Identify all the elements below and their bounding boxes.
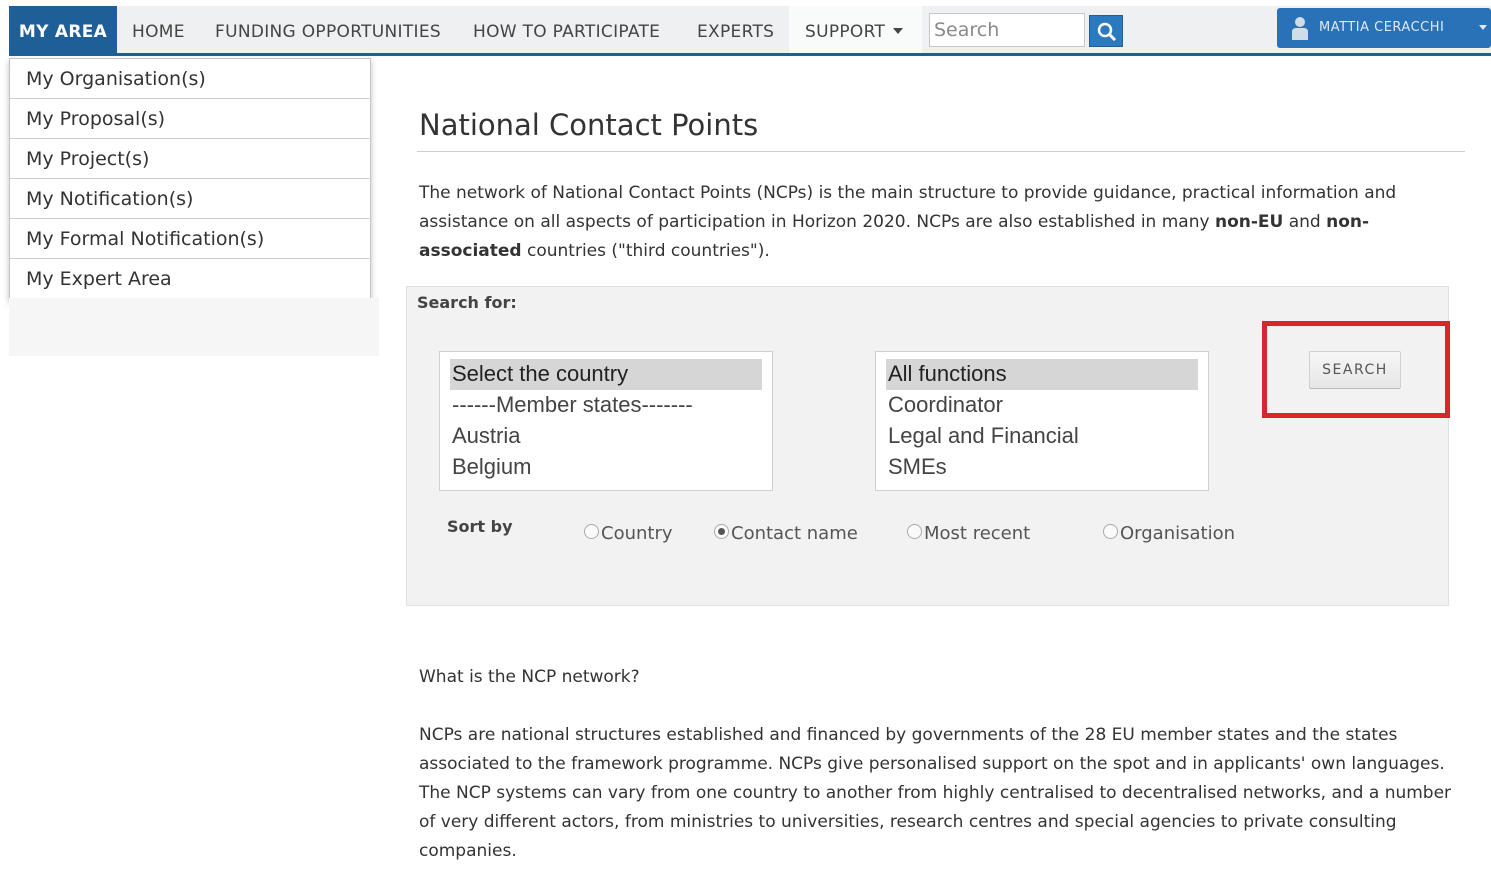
search-panel: Search for: Select the country ------Mem… [406,286,1449,606]
radio-icon [584,524,599,539]
nav-experts[interactable]: EXPERTS [697,6,774,53]
sidebar-shadow [9,298,379,356]
nav-how-to-participate[interactable]: HOW TO PARTICIPATE [473,6,660,53]
nav-support[interactable]: SUPPORT [789,6,922,56]
country-select[interactable]: Select the country ------Member states--… [439,351,773,491]
chevron-down-icon [893,28,904,34]
radio-icon [907,524,922,539]
intro-bold-1: non-EU [1214,212,1284,232]
sort-option-label: Country [601,523,673,544]
search-input[interactable] [929,13,1085,47]
function-option[interactable]: Legal and Financial [886,421,1198,452]
menu-item-my-formal-notifications[interactable]: My Formal Notification(s) [10,219,370,259]
search-button[interactable] [1089,15,1123,47]
page-title: National Contact Points [419,108,759,142]
user-icon [1292,17,1308,40]
sort-option-label: Most recent [924,523,1031,544]
sort-radio-country[interactable]: Country [584,523,673,544]
nav-funding-opportunities[interactable]: FUNDING OPPORTUNITIES [215,6,441,53]
country-option[interactable]: Belgium [450,452,762,483]
country-option[interactable]: ------Member states------- [450,390,762,421]
menu-item-my-notifications[interactable]: My Notification(s) [10,179,370,219]
radio-checked-icon [714,524,729,539]
search-icon [1097,22,1117,42]
function-option[interactable]: All functions [886,359,1198,390]
menu-item-my-proposals[interactable]: My Proposal(s) [10,99,370,139]
sort-radio-contact-name[interactable]: Contact name [714,523,858,544]
function-option[interactable]: SMEs [886,452,1198,483]
intro-paragraph: The network of National Contact Points (… [419,179,1419,266]
nav-home[interactable]: HOME [132,6,185,53]
sort-option-label: Organisation [1120,523,1236,544]
country-option[interactable]: Select the country [450,359,762,390]
country-option[interactable]: Austria [450,421,762,452]
ncp-search-button[interactable]: SEARCH [1309,351,1401,389]
nav-support-label: SUPPORT [805,22,886,42]
ncp-network-paragraph: NCPs are national structures established… [419,725,1452,861]
menu-item-my-organisations[interactable]: My Organisation(s) [10,59,370,99]
my-area-dropdown: My Organisation(s) My Proposal(s) My Pro… [9,58,371,300]
user-menu[interactable]: MATTIA CERACCHI [1277,8,1491,48]
function-select[interactable]: All functions Coordinator Legal and Fina… [875,351,1209,491]
sort-radio-organisation[interactable]: Organisation [1103,523,1235,544]
function-option[interactable]: Coordinator [886,390,1198,421]
title-divider [417,151,1465,152]
sort-by-label: Sort by [447,517,513,536]
sort-radio-most-recent[interactable]: Most recent [907,523,1030,544]
search-for-label: Search for: [417,293,517,312]
intro-text-2: and [1283,212,1327,232]
nav-my-area[interactable]: MY AREA [9,6,117,53]
chevron-down-icon [1479,25,1487,30]
ncp-network-heading: What is the NCP network? [419,667,640,687]
top-navigation: MY AREA HOME FUNDING OPPORTUNITIES HOW T… [9,6,1491,56]
sort-option-label: Contact name [731,523,858,544]
user-name: MATTIA CERACCHI [1319,20,1445,35]
menu-item-my-expert-area[interactable]: My Expert Area [10,259,370,299]
radio-icon [1103,524,1118,539]
intro-text-3: countries ("third countries"). [521,241,770,261]
menu-item-my-projects[interactable]: My Project(s) [10,139,370,179]
